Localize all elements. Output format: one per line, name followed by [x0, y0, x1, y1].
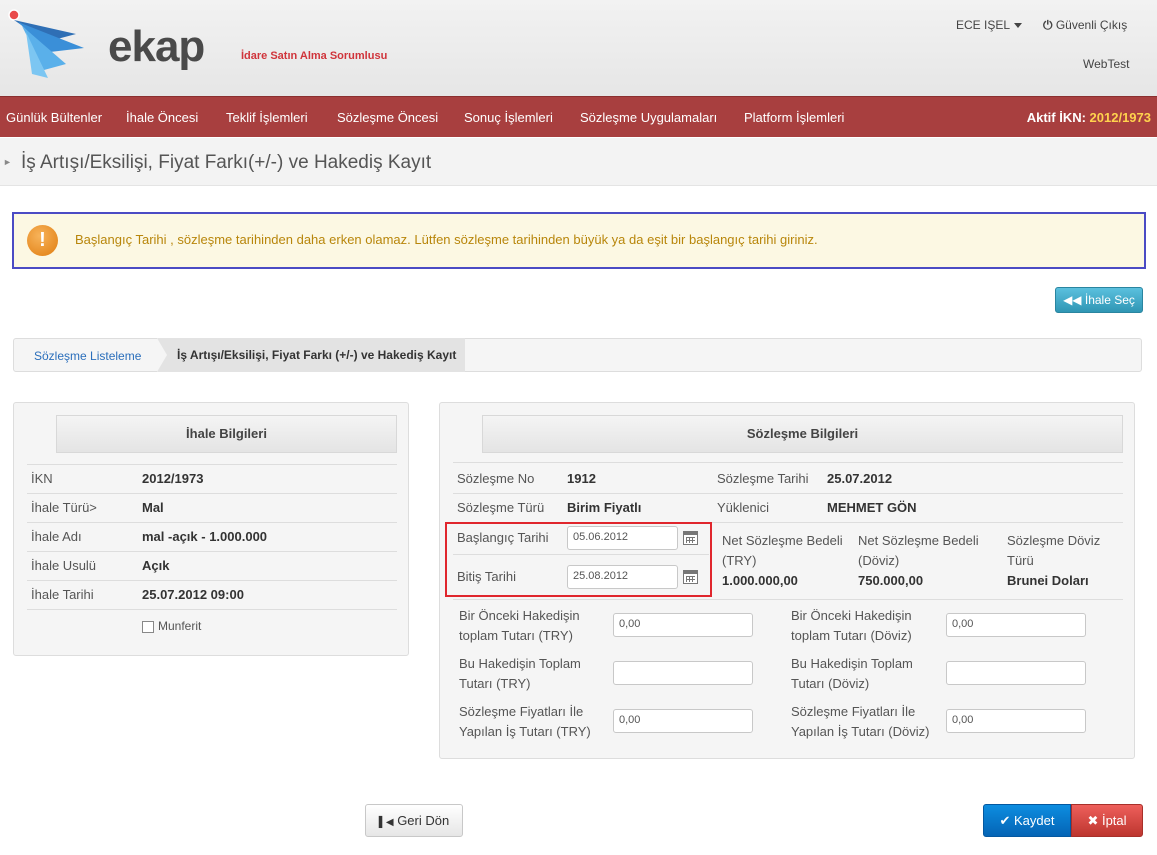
ihale-bilgileri-heading: İhale Bilgileri	[56, 415, 397, 453]
ihale-adi-value: mal -açık - 1.000.000	[142, 529, 268, 544]
divider	[453, 493, 1123, 494]
fiyat-is-tutari-try-label: Sözleşme Fiyatları İle Yapılan İş Tutarı…	[459, 704, 591, 739]
nav-sozlesme-oncesi[interactable]: Sözleşme Öncesi	[337, 110, 438, 125]
nav-sonuc-islemleri[interactable]: Sonuç İşlemleri	[464, 110, 553, 125]
main-navbar: Günlük Bültenler İhale Öncesi Teklif İşl…	[0, 96, 1157, 137]
user-menu[interactable]: ECE IŞEL	[956, 18, 1023, 32]
sozlesme-tarihi-value: 25.07.2012	[827, 471, 893, 486]
breadcrumb-current: İş Artışı/Eksilişi, Fiyat Farkı (+/-) ve…	[157, 338, 465, 372]
warning-message: Başlangıç Tarihi , sözleşme tarihinden d…	[75, 232, 818, 247]
bu-hakedis-doviz-label: Bu Hakedişin Toplam Tutarı (Döviz)	[791, 656, 913, 691]
double-chevron-left-icon: ◀◀	[1063, 293, 1082, 307]
ihale-usulu-value: Açık	[142, 558, 170, 573]
step-backward-icon: ▌◀	[378, 817, 394, 828]
check-icon: ✔	[999, 813, 1011, 828]
ikn-value: 2012/1973	[142, 471, 204, 486]
nav-ihale-oncesi[interactable]: İhale Öncesi	[126, 110, 198, 125]
kaydet-label: Kaydet	[1014, 813, 1055, 828]
nav-platform-islemleri[interactable]: Platform İşlemleri	[744, 110, 844, 125]
breadcrumb-sozlesme-listeleme[interactable]: Sözleşme Listeleme	[34, 349, 141, 363]
nav-teklif-islemleri[interactable]: Teklif İşlemleri	[226, 110, 308, 125]
nav-sozlesme-uygulamalari[interactable]: Sözleşme Uygulamaları	[580, 110, 717, 125]
environment-label: WebTest	[1083, 57, 1130, 71]
divider	[27, 493, 397, 494]
ekap-logo-icon	[8, 9, 84, 78]
bu-hakedis-try-input[interactable]	[613, 661, 753, 685]
ihale-tarihi-value: 25.07.2012 09:00	[142, 587, 244, 602]
sozlesme-turu-label: Sözleşme Türü	[457, 500, 545, 515]
divider	[27, 551, 397, 552]
fiyat-is-tutari-doviz-label: Sözleşme Fiyatları İle Yapılan İş Tutarı…	[791, 704, 930, 739]
power-icon: ⏻	[1043, 18, 1053, 32]
warning-alert: ! Başlangıç Tarihi , sözleşme tarihinden…	[12, 212, 1146, 269]
active-ikn-label: Aktif İKN:	[1026, 110, 1086, 125]
geri-don-button[interactable]: ▌◀ Geri Dön	[365, 804, 463, 837]
divider	[27, 464, 397, 465]
exclamation-icon: !	[27, 225, 58, 256]
onceki-hakedis-try-label: Bir Önceki Hakedişin toplam Tutarı (TRY)	[459, 608, 580, 643]
sozlesme-turu-value: Birim Fiyatlı	[567, 500, 642, 515]
net-bedel-doviz-value: 750.000,00	[858, 573, 924, 588]
brand-subtitle: İdare Satın Alma Sorumlusu	[241, 50, 388, 62]
iptal-label: İptal	[1101, 813, 1127, 828]
net-bedel-try-label: Net Sözleşme Bedeli (TRY)	[722, 533, 843, 568]
page-title-bar: ► İş Artışı/Eksilişi, Fiyat Farkı(+/-) v…	[0, 138, 1157, 186]
user-name: ECE IŞEL	[956, 18, 1011, 32]
divider	[453, 462, 1123, 463]
fiyat-is-tutari-doviz-input[interactable]: 0,00	[946, 709, 1086, 733]
header: ekap İdare Satın Alma Sorumlusu ECE IŞEL…	[0, 0, 1157, 96]
close-icon: ✖	[1087, 813, 1099, 828]
nav-gunluk-bultenler[interactable]: Günlük Bültenler	[6, 110, 102, 125]
chevron-down-icon	[1014, 23, 1023, 29]
doviz-turu-value: Brunei Doları	[1007, 573, 1089, 588]
geri-don-label: Geri Dön	[397, 813, 450, 828]
date-fields-highlight	[445, 522, 712, 597]
onceki-hakedis-try-input[interactable]: 0,00	[613, 613, 753, 637]
active-ikn: Aktif İKN: 2012/1973	[1027, 110, 1151, 125]
ihale-turu-label: İhale Türü>	[31, 500, 97, 515]
divider	[453, 599, 1123, 600]
bu-hakedis-try-label: Bu Hakedişin Toplam Tutarı (TRY)	[459, 656, 581, 691]
sozlesme-no-label: Sözleşme No	[457, 471, 535, 486]
net-bedel-try-value: 1.000.000,00	[722, 573, 798, 588]
doviz-turu-label: Sözleşme Döviz Türü	[1007, 533, 1101, 568]
divider	[27, 609, 397, 610]
kaydet-button[interactable]: ✔ Kaydet	[983, 804, 1071, 837]
ihale-adi-label: İhale Adı	[31, 529, 82, 544]
brand-text: ekap	[108, 22, 205, 71]
divider	[27, 580, 397, 581]
net-bedel-doviz-label: Net Sözleşme Bedeli (Döviz)	[858, 533, 979, 568]
ihale-tarihi-label: İhale Tarihi	[31, 587, 94, 602]
munferit-checkbox[interactable]	[142, 621, 154, 633]
active-ikn-value: 2012/1973	[1089, 110, 1151, 125]
yuklenici-value: MEHMET GÖN	[827, 500, 917, 515]
onceki-hakedis-doviz-input[interactable]: 0,00	[946, 613, 1086, 637]
sozlesme-tarihi-label: Sözleşme Tarihi	[717, 471, 809, 486]
sozlesme-no-value: 1912	[567, 471, 596, 486]
ikn-label: İKN	[31, 471, 53, 486]
munferit-label: Munferit	[158, 619, 202, 633]
ihale-sec-button[interactable]: ◀◀ İhale Seç	[1055, 287, 1143, 313]
yuklenici-label: Yüklenici	[717, 500, 770, 515]
ihale-bilgileri-panel: İhale Bilgileri İKN 2012/1973 İhale Türü…	[13, 402, 409, 656]
sozlesme-bilgileri-heading: Sözleşme Bilgileri	[482, 415, 1123, 453]
onceki-hakedis-doviz-label: Bir Önceki Hakedişin toplam Tutarı (Dövi…	[791, 608, 912, 643]
ihale-usulu-label: İhale Usulü	[31, 558, 97, 573]
fiyat-is-tutari-try-input[interactable]: 0,00	[613, 709, 753, 733]
ihale-sec-label: İhale Seç	[1084, 293, 1135, 307]
logout-link[interactable]: ⏻ Güvenli Çıkış	[1043, 18, 1127, 33]
logout-label: Güvenli Çıkış	[1055, 18, 1128, 32]
page-title: İş Artışı/Eksilişi, Fiyat Farkı(+/-) ve …	[21, 152, 432, 173]
divider	[27, 522, 397, 523]
ihale-turu-value: Mal	[142, 500, 164, 515]
arrow-right-icon: ►	[3, 157, 12, 167]
bu-hakedis-doviz-input[interactable]	[946, 661, 1086, 685]
iptal-button[interactable]: ✖ İptal	[1071, 804, 1143, 837]
breadcrumb: Sözleşme Listeleme İş Artışı/Eksilişi, F…	[13, 338, 1142, 372]
